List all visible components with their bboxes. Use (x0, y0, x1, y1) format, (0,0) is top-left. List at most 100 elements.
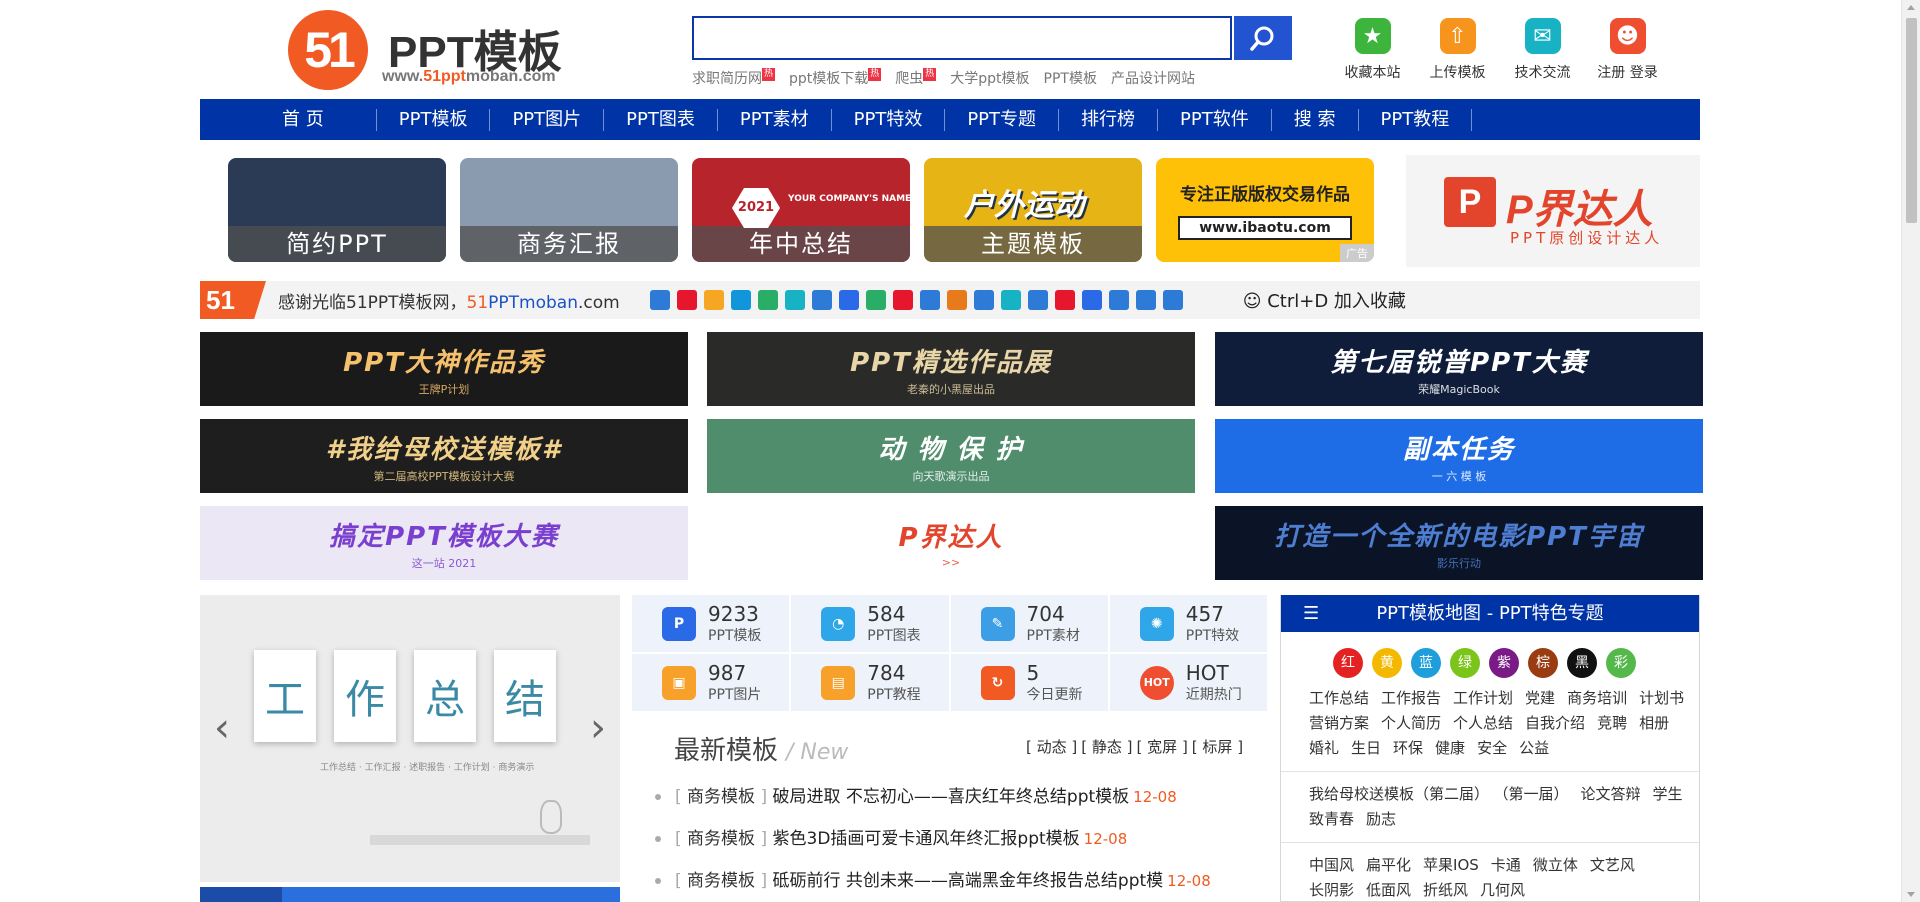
event-banner[interactable]: #我给母校送模板# 第二届高校PPT模板设计大赛 (200, 419, 688, 493)
color-filter[interactable]: 紫 (1489, 648, 1519, 678)
nav-item[interactable]: PPT模板 (377, 108, 491, 131)
color-filter[interactable]: 棕 (1528, 648, 1558, 678)
share-icon[interactable] (784, 290, 805, 310)
color-filter[interactable]: 彩 (1606, 648, 1636, 678)
latest-item[interactable]: [ 商务模板 ] 砥砺前行 共创未来——高端黑金年终报告总结ppt模 12-08 (655, 866, 1211, 891)
map-tag[interactable]: 自我介绍 (1525, 714, 1585, 732)
event-banner[interactable]: P界达人 >> (707, 506, 1195, 580)
category-tile[interactable]: 主题模板 户外运动 (924, 158, 1142, 262)
latest-item[interactable]: [ 商务模板 ] 紫色3D插画可爱卡通风年终汇报ppt模板 12-08 (655, 824, 1127, 849)
category-tile[interactable]: 专注正版版权交易作品 www.ibaotu.com 广告 (1156, 158, 1374, 262)
nav-item[interactable]: PPT专题 (945, 108, 1060, 131)
map-tag[interactable]: 环保 (1393, 739, 1423, 757)
color-filter[interactable]: 黑 (1567, 648, 1597, 678)
stat-item[interactable]: ▣ 987 PPT图片 (632, 654, 790, 711)
item-category[interactable]: 商务模板 (687, 871, 755, 891)
share-icon[interactable] (919, 290, 940, 310)
quick-link[interactable]: ★ 收藏本站 (1330, 18, 1415, 82)
share-icon[interactable] (811, 290, 832, 310)
add-favorite[interactable]: ☺ Ctrl+D 加入收藏 (1243, 287, 1406, 313)
share-icon[interactable] (1081, 290, 1102, 310)
map-tag[interactable]: 长阴影 (1309, 881, 1354, 899)
map-tag[interactable]: 中国风 (1309, 856, 1354, 874)
hot-keyword[interactable]: ppt模板下载热 (789, 68, 882, 88)
share-icon[interactable] (730, 290, 751, 310)
stat-item[interactable]: HOT HOT 近期热门 (1109, 654, 1267, 711)
share-icon[interactable] (1108, 290, 1129, 310)
stat-item[interactable]: ✎ 704 PPT素材 (950, 595, 1108, 652)
item-title[interactable]: 砥砺前行 共创未来——高端黑金年终报告总结ppt模 (773, 871, 1164, 891)
hot-keyword[interactable]: 大学ppt模板 (950, 68, 1029, 88)
color-filter[interactable]: 蓝 (1411, 648, 1441, 678)
map-tag[interactable]: （第一届） (1501, 785, 1569, 803)
map-tag[interactable]: 生日 (1351, 739, 1381, 757)
map-tag[interactable]: 几何风 (1480, 881, 1525, 899)
map-tag[interactable]: 安全 (1477, 739, 1507, 757)
search-input[interactable] (694, 18, 1230, 58)
share-icon[interactable] (1000, 290, 1021, 310)
share-icon[interactable] (676, 290, 697, 310)
search-button[interactable] (1234, 16, 1292, 60)
map-tag[interactable]: 工作总结 (1309, 689, 1369, 707)
scroll-up-icon[interactable] (1907, 5, 1915, 10)
share-icon[interactable] (838, 290, 859, 310)
event-banner[interactable]: 动 物 保 护向天歌演示出品 (707, 419, 1195, 493)
event-banner[interactable]: 搞定PPT模板大赛 这一站 2021 (200, 506, 688, 580)
share-icon[interactable] (757, 290, 778, 310)
slider-next-button[interactable]: › (590, 705, 606, 751)
event-banner[interactable]: 第七届锐普PPT大赛 荣耀MagicBook (1215, 332, 1703, 406)
share-icon[interactable] (1027, 290, 1048, 310)
filter-link[interactable]: [ 动态 ] (1026, 738, 1077, 756)
item-category[interactable]: 商务模板 (687, 787, 755, 807)
filter-link[interactable]: [ 标屏 ] (1192, 738, 1243, 756)
nav-item[interactable]: PPT图片 (490, 108, 605, 131)
scroll-down-icon[interactable] (1907, 892, 1915, 897)
latest-item[interactable]: [ 商务模板 ] 破局进取 不忘初心——喜庆红年终总结ppt模板 12-08 (655, 782, 1177, 807)
map-tag[interactable]: 励志 (1366, 810, 1396, 828)
share-icon[interactable] (865, 290, 886, 310)
nav-item[interactable]: PPT教程 (1359, 108, 1473, 131)
event-banner[interactable]: 打造一个全新的电影PPT宇宙 影乐行动 (1215, 506, 1703, 580)
map-tag[interactable]: 营销方案 (1309, 714, 1369, 732)
map-tag[interactable]: 致青春 (1309, 810, 1354, 828)
map-tag[interactable]: 婚礼 (1309, 739, 1339, 757)
map-tag[interactable]: 低面风 (1366, 881, 1411, 899)
map-tag[interactable]: 公益 (1519, 739, 1549, 757)
map-tag[interactable]: 扁平化 (1366, 856, 1411, 874)
color-filter[interactable]: 绿 (1450, 648, 1480, 678)
hot-keyword[interactable]: 产品设计网站 (1111, 68, 1195, 88)
event-banner[interactable]: PPT精选作品展 老秦的小黑屋出品 (707, 332, 1195, 406)
map-tag[interactable]: 商务培训 (1567, 689, 1627, 707)
hot-keyword[interactable]: PPT模板 (1044, 68, 1097, 88)
nav-item[interactable]: PPT软件 (1158, 108, 1272, 131)
event-banner[interactable]: 副本任务一 六 模 板 (1215, 419, 1703, 493)
nav-item[interactable]: 首 页 (240, 108, 377, 131)
map-tag[interactable]: 工作计划 (1453, 689, 1513, 707)
stat-item[interactable]: ↻ 5 今日更新 (950, 654, 1108, 711)
map-tag[interactable]: 个人总结 (1453, 714, 1513, 732)
filter-link[interactable]: [ 宽屏 ] (1137, 738, 1188, 756)
map-tag[interactable]: 卡通 (1491, 856, 1521, 874)
scroll-thumb[interactable] (1906, 18, 1917, 223)
hot-keyword[interactable]: 爬虫热 (895, 68, 937, 88)
stat-item[interactable]: P 9233 PPT模板 (632, 595, 790, 652)
category-tile[interactable]: 简约PPT (228, 158, 446, 262)
quick-link[interactable]: ☻ 注册 登录 (1585, 18, 1670, 82)
nav-item[interactable]: 搜 索 (1272, 108, 1359, 131)
category-tile[interactable]: 商务汇报 (460, 158, 678, 262)
map-tag[interactable]: 文艺风 (1590, 856, 1635, 874)
map-tag[interactable]: 计划书 (1639, 689, 1684, 707)
site-logo[interactable]: 51 PPT模板 www.51pptmoban.com (288, 10, 578, 90)
pjdr-side-ad[interactable]: P P界达人 PPT原创设计达人 (1406, 155, 1700, 267)
stat-item[interactable]: ✺ 457 PPT特效 (1109, 595, 1267, 652)
nav-item[interactable]: PPT图表 (604, 108, 718, 131)
nav-item[interactable]: 排行榜 (1059, 108, 1159, 131)
map-tag[interactable]: 竞聘 (1597, 714, 1627, 732)
share-icon[interactable] (946, 290, 967, 310)
map-tag[interactable]: 健康 (1435, 739, 1465, 757)
map-tag[interactable]: 个人简历 (1381, 714, 1441, 732)
map-tag[interactable]: 相册 (1639, 714, 1669, 732)
map-tag[interactable]: 微立体 (1533, 856, 1578, 874)
map-tag[interactable]: 折纸风 (1423, 881, 1468, 899)
color-filter[interactable]: 黄 (1372, 648, 1402, 678)
